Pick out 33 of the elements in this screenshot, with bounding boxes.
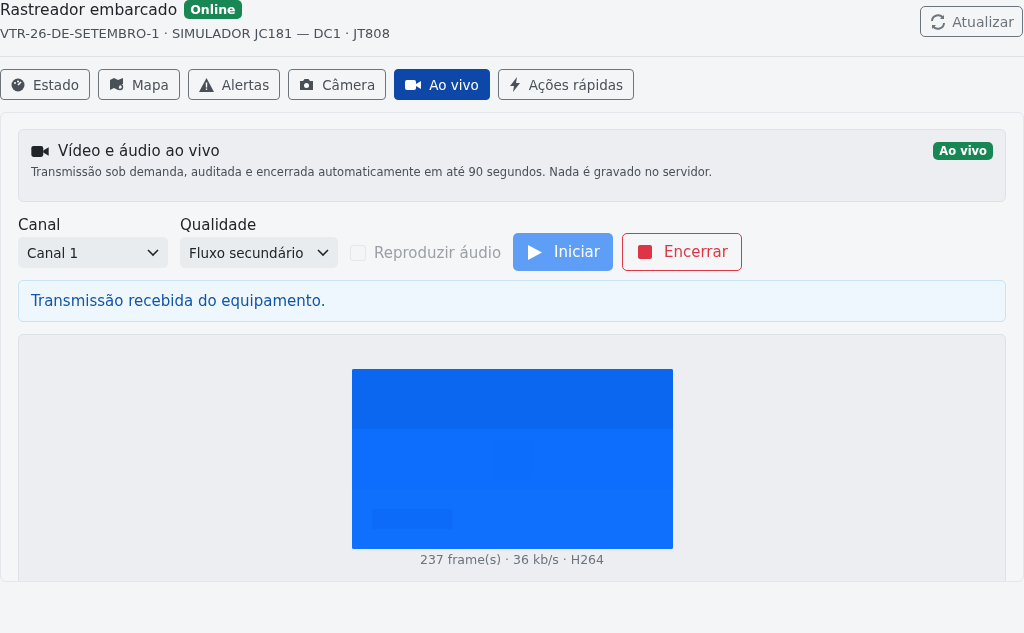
stop-icon <box>637 245 652 259</box>
quality-label: Qualidade <box>180 216 258 234</box>
camera-icon <box>299 78 315 91</box>
page-title: Rastreador embarcado <box>0 0 178 19</box>
map-icon <box>108 77 124 92</box>
device-subtitle: VTR-26-DE-SETEMBRO-1 · SIMULADOR JC181 — DC1 · JT808 <box>0 26 390 41</box>
status-badge: Online <box>184 0 242 19</box>
refresh-icon <box>929 13 948 30</box>
tab[interactable]: Ao vivo <box>394 69 490 100</box>
refresh-button[interactable]: Atualizar <box>920 6 1023 37</box>
info-message: Transmissão recebida do equipamento. <box>31 292 326 310</box>
chevron-icon <box>317 248 329 257</box>
tab[interactable]: Estado <box>0 69 90 100</box>
lightning-icon <box>508 77 521 92</box>
tab[interactable]: Alertas <box>187 69 281 100</box>
warning-icon <box>198 77 214 92</box>
chevron-icon <box>147 248 159 257</box>
stop-button[interactable]: Encerrar <box>621 233 742 271</box>
play-icon <box>528 244 543 260</box>
audio-label: Reproduzir áudio <box>374 243 502 262</box>
channel-select[interactable]: Canal 1 <box>18 237 168 268</box>
video-camera-icon <box>31 144 49 158</box>
tab[interactable]: Ações rápidas <box>497 69 635 100</box>
gauge-icon <box>11 77 25 92</box>
video-stats: 237 frame(s) · 36 kb/s · H264 <box>419 552 604 567</box>
tab[interactable]: Câmera <box>288 69 387 100</box>
quality-select[interactable]: Fluxo secundário <box>180 237 338 268</box>
video-camera-icon <box>405 78 422 91</box>
panel-description: Transmissão sob demanda, auditada e encerrada automaticamente em até 90 segundos. Nada é gravado no servidor. <box>31 165 714 179</box>
tab[interactable]: Mapa <box>97 69 180 100</box>
live-badge: Ao vivo <box>933 142 993 160</box>
panel-title: Vídeo e áudio ao vivo <box>58 142 220 160</box>
channel-label: Canal <box>18 216 62 234</box>
